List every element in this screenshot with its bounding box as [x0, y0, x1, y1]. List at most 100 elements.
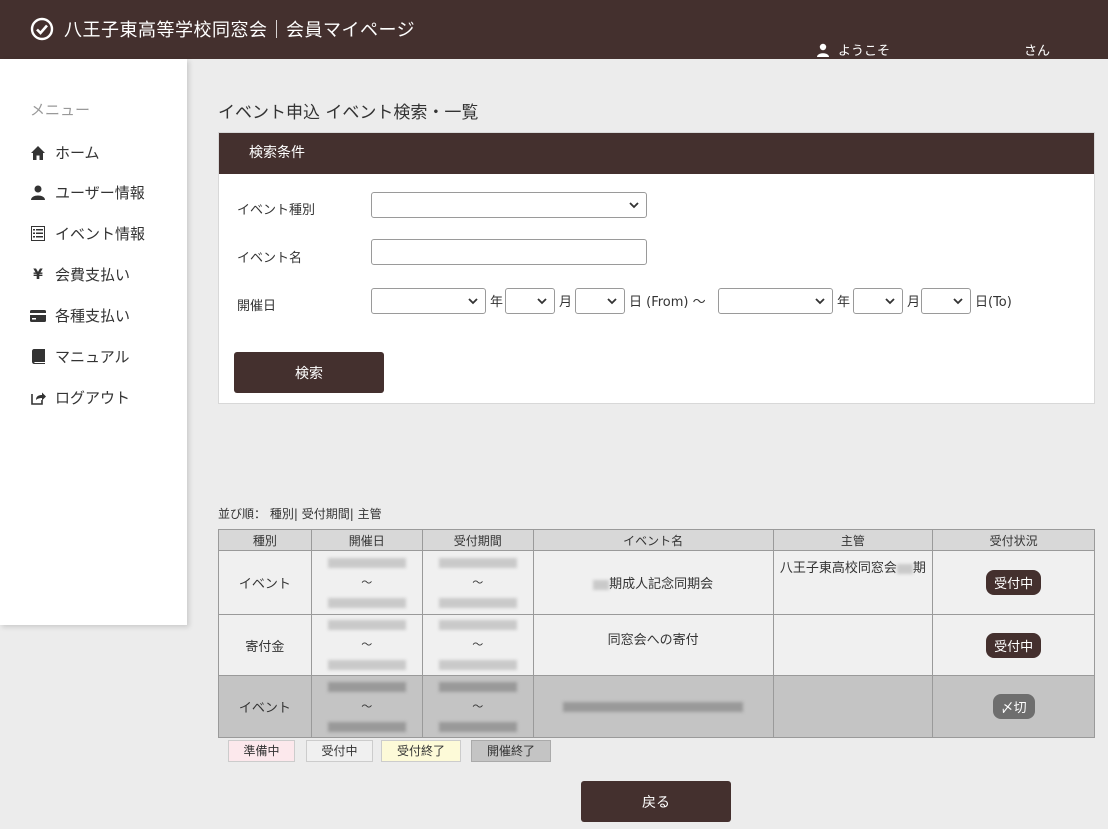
event-table: 種別 開催日 受付期間 イベント名 主管 受付状況 イベント ～ ～ 期成人記念…	[218, 529, 1095, 738]
search-panel: 検索条件 イベント種別 イベント名 開催日 年 月 日 (From) ～ 年 月…	[218, 132, 1095, 404]
sort-by-host-link[interactable]: 主管	[358, 507, 382, 521]
event-name-label: イベント名	[237, 251, 303, 266]
book-icon	[30, 349, 46, 365]
event-type-select[interactable]	[371, 192, 647, 218]
redacted-text	[327, 681, 406, 692]
table-row[interactable]: イベント ～ ～ 期成人記念同期会 八王子東高校同窓会期 受付中	[218, 550, 1095, 615]
redacted-text	[438, 597, 517, 608]
back-button[interactable]: 戻る	[581, 781, 731, 822]
redacted-text	[438, 557, 517, 568]
sidebar-item-label: ホーム	[55, 144, 100, 162]
month-label: 月	[907, 295, 921, 310]
accept-period-cell: ～	[421, 614, 534, 676]
host-text: 八王子東高校同窓会	[779, 561, 897, 576]
redacted-text	[327, 660, 406, 670]
event-date-cell: ～	[310, 614, 423, 676]
legend-preparing: 準備中	[228, 740, 295, 762]
event-date-cell: ～	[310, 675, 423, 738]
legend-finished: 開催終了	[471, 740, 551, 762]
from-day-select[interactable]	[575, 288, 625, 314]
sidebar-item-events[interactable]: イベント情報	[30, 223, 145, 244]
home-icon	[30, 145, 46, 161]
chevron-down-icon	[607, 298, 617, 305]
sort-prefix: 並び順：	[218, 507, 267, 521]
redacted-text	[896, 563, 913, 574]
year-label: 年	[837, 295, 851, 310]
chevron-down-icon	[537, 298, 547, 305]
status-badge[interactable]: 〆切	[992, 694, 1035, 719]
sidebar-item-label: マニュアル	[55, 348, 130, 366]
redacted-text	[327, 721, 406, 732]
host-cell	[772, 614, 934, 676]
sidebar-item-label: 会費支払い	[55, 266, 131, 284]
chevron-down-icon	[468, 298, 478, 305]
event-name-input[interactable]	[371, 239, 647, 265]
chevron-down-icon	[815, 298, 825, 305]
sidebar-item-user[interactable]: ユーザー情報	[30, 182, 145, 203]
host-suffix: 期	[912, 561, 926, 576]
status-cell: 受付中	[932, 550, 1095, 615]
legend-closed: 受付終了	[381, 740, 461, 762]
redacted-text	[438, 660, 517, 670]
from-year-select[interactable]	[371, 288, 486, 314]
date-separator: ～	[472, 699, 484, 713]
redacted-text	[327, 557, 406, 568]
status-cell: 〆切	[932, 675, 1095, 738]
chevron-down-icon	[629, 202, 639, 209]
sidebar-item-label: ログアウト	[55, 389, 131, 407]
sort-bar: 並び順： 種別| 受付期間| 主管	[218, 505, 382, 522]
column-header: 主管	[772, 529, 934, 551]
user-icon	[817, 43, 829, 57]
month-label: 月	[559, 295, 573, 310]
sort-by-type-link[interactable]: 種別|	[270, 507, 298, 521]
date-separator: ～	[361, 699, 373, 713]
sidebar-item-home[interactable]: ホーム	[30, 142, 100, 163]
brand[interactable]: 八王子東高等学校同窓会｜会員マイページ	[30, 16, 415, 42]
event-name-cell[interactable]	[532, 675, 774, 738]
redacted-text	[327, 620, 406, 630]
date-separator: ～	[361, 638, 373, 651]
host-cell: 八王子東高校同窓会期	[772, 550, 934, 615]
yen-icon: ¥	[33, 266, 43, 283]
to-day-select[interactable]	[921, 288, 971, 314]
redacted-text	[327, 597, 406, 608]
sidebar-item-label: イベント情報	[55, 225, 146, 243]
event-name-text: 期成人記念同期会	[609, 577, 714, 592]
event-name-cell[interactable]: 期成人記念同期会	[532, 550, 774, 615]
redacted-text	[438, 721, 517, 732]
sidebar-item-payments[interactable]: 各種支払い	[30, 305, 130, 326]
to-year-select[interactable]	[718, 288, 833, 314]
from-month-select[interactable]	[505, 288, 555, 314]
host-cell	[772, 675, 934, 738]
event-name-cell[interactable]: 同窓会への寄付	[532, 614, 774, 676]
honorific-label: さん	[1024, 44, 1051, 59]
to-month-select[interactable]	[853, 288, 903, 314]
redacted-text	[563, 701, 744, 712]
status-cell: 受付中	[932, 614, 1095, 676]
top-bar: 八王子東高等学校同窓会｜会員マイページ ようこそ さん	[0, 0, 1108, 59]
column-header: イベント名	[532, 529, 774, 551]
sidebar-item-logout[interactable]: ログアウト	[30, 387, 130, 408]
column-header: 受付期間	[421, 529, 534, 551]
date-label: 開催日	[237, 299, 277, 314]
sort-by-period-link[interactable]: 受付期間|	[302, 507, 354, 521]
event-date-cell: ～	[310, 550, 423, 615]
table-row[interactable]: 寄付金 ～ ～ 同窓会への寄付 受付中	[218, 614, 1095, 676]
table-row[interactable]: イベント ～ ～ 〆切	[218, 675, 1095, 738]
search-panel-heading: 検索条件	[219, 133, 1094, 174]
event-type-label: イベント種別	[237, 203, 316, 218]
welcome-label: ようこそ	[838, 44, 891, 59]
status-badge[interactable]: 受付中	[986, 570, 1042, 595]
legend-accepting: 受付中	[306, 740, 373, 762]
status-badge[interactable]: 受付中	[986, 632, 1042, 658]
sidebar-item-label: 各種支払い	[55, 307, 131, 325]
table-header-row: 種別 開催日 受付期間 イベント名 主管 受付状況	[218, 529, 1095, 551]
day-to-label: 日(To)	[975, 295, 1012, 310]
card-icon	[30, 308, 46, 324]
search-button[interactable]: 検索	[234, 352, 384, 393]
sidebar-item-manual[interactable]: マニュアル	[30, 346, 130, 367]
accept-period-cell: ～	[421, 675, 534, 738]
sidebar-item-fees[interactable]: ¥ 会費支払い	[30, 264, 130, 285]
column-header: 種別	[218, 529, 312, 551]
redacted-text	[438, 681, 517, 692]
